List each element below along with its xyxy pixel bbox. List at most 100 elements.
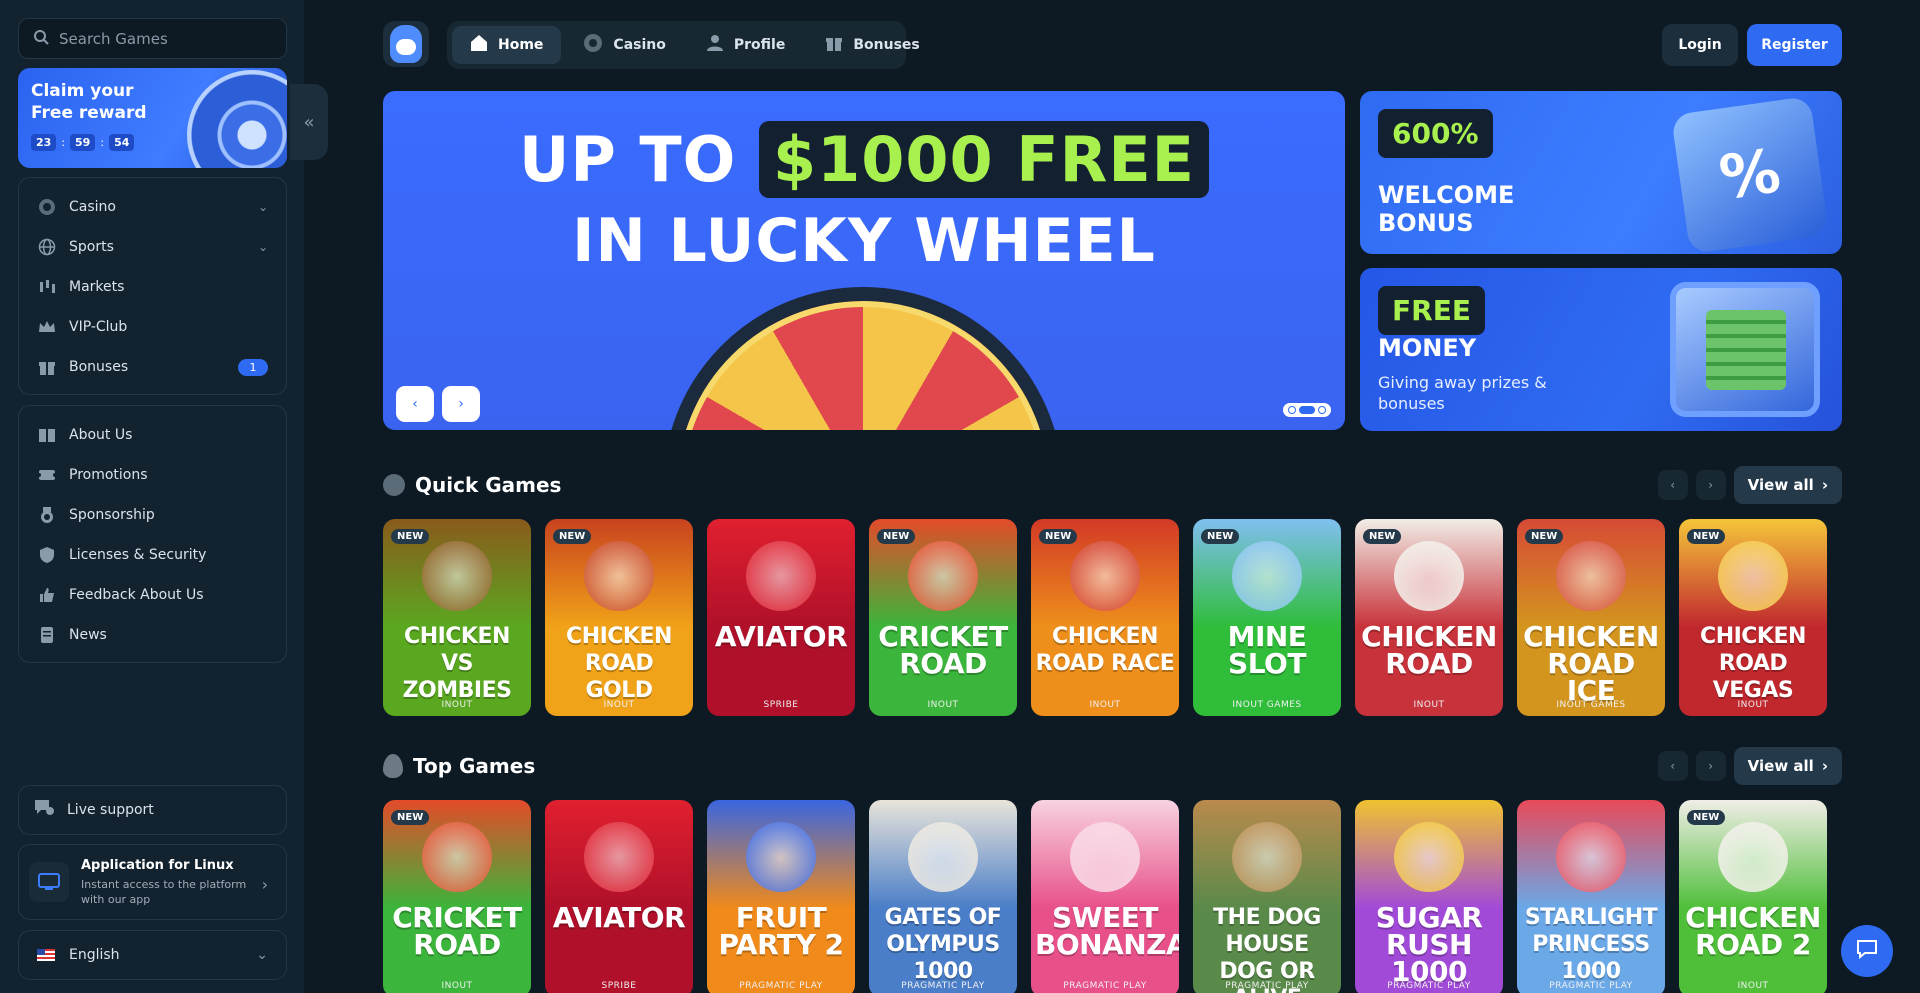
crown-icon [37, 317, 57, 337]
pagination-dot-active[interactable] [1299, 406, 1315, 414]
linux-app-card[interactable]: Application for Linux Instant access to … [18, 844, 287, 920]
view-all-label: View all [1747, 476, 1814, 494]
search-input[interactable] [59, 29, 269, 48]
new-badge: NEW [1363, 529, 1402, 544]
promo-title: MONEY [1378, 334, 1477, 362]
game-card[interactable]: NEW CRICKET ROAD INOUT [869, 519, 1017, 716]
game-card[interactable]: GATES OF OLYMPUS 1000 PRAGMATIC PLAY [869, 800, 1017, 993]
game-card[interactable]: THE DOG HOUSE DOG OR ALIVEPRAGMATIC PLAY [1193, 800, 1341, 993]
chevron-right-icon: › [458, 396, 464, 412]
register-button[interactable]: Register [1747, 24, 1842, 66]
top-view-all-button[interactable]: View all › [1733, 747, 1842, 785]
gift-icon [37, 357, 57, 377]
free-money-banner[interactable]: FREE MONEY Giving away prizes & bonuses [1360, 268, 1842, 431]
free-reward-card[interactable]: Claim your Free reward 23: 59: 54 [18, 68, 287, 168]
chat-support-button[interactable] [1841, 925, 1893, 977]
top-nav: Home Casino Profile Bonuses [447, 21, 920, 69]
document-icon [37, 625, 57, 645]
site-logo[interactable] [383, 21, 429, 67]
hero-prev-button[interactable]: ‹ [396, 386, 434, 422]
casino-chip-icon [37, 197, 57, 217]
sidebar-item-vip-club[interactable]: VIP-Club [19, 307, 286, 347]
quick-next-button[interactable]: › [1695, 470, 1726, 500]
promo-pill: FREE [1378, 286, 1485, 335]
chevron-right-icon: › [261, 875, 268, 894]
quick-prev-button[interactable]: ‹ [1657, 470, 1688, 500]
game-title: AVIATOR [552, 901, 686, 934]
candlestick-icon [37, 277, 57, 297]
game-provider: SPRIBE [601, 981, 637, 991]
game-card[interactable]: NEW CHICKEN ROAD RACE INOUT [1031, 519, 1179, 716]
pagination-dot[interactable] [1288, 406, 1296, 414]
tab-bonuses[interactable]: Bonuses [807, 26, 937, 64]
money-safe-icon [1670, 282, 1820, 417]
game-card[interactable]: NEW CHICKEN ROAD INOUT [1355, 519, 1503, 716]
login-button[interactable]: Login [1662, 24, 1738, 66]
top-next-button[interactable]: › [1695, 751, 1726, 781]
sidebar-item-bonuses[interactable]: Bonuses 1 [19, 347, 286, 387]
game-card[interactable]: NEW CHICKEN VS ZOMBIES INOUT [383, 519, 531, 716]
sidebar-item-news[interactable]: News [19, 615, 286, 655]
sidebar-item-feedback[interactable]: Feedback About Us [19, 575, 286, 615]
chevron-down-icon: ⌄ [256, 947, 268, 963]
live-support-button[interactable]: Live support [18, 785, 287, 835]
tab-profile[interactable]: Profile [688, 26, 803, 64]
hero-next-button[interactable]: › [442, 386, 480, 422]
quick-games-header: Quick Games ‹ › View all › [383, 465, 1842, 505]
game-card[interactable]: NEW CHICKEN ROAD 2 INOUT [1679, 800, 1827, 993]
collapse-sidebar-button[interactable]: « [290, 84, 328, 160]
sidebar-item-licenses-security[interactable]: Licenses & Security [19, 535, 286, 575]
game-card[interactable]: NEW MINE SLOT INOUT GAMES [1193, 519, 1341, 716]
game-card[interactable]: STARLIGHT PRINCESS 1000 PRAGMATIC PLAY [1517, 800, 1665, 993]
tab-home[interactable]: Home [452, 26, 562, 64]
chevron-right-icon: › [1821, 757, 1828, 775]
percent-gift-box-icon: % [1670, 95, 1830, 254]
hero-subline: IN LUCKY WHEEL [572, 206, 1156, 276]
sidebar-item-sports[interactable]: Sports ⌄ [19, 227, 286, 267]
game-card[interactable]: NEW CRICKET ROAD INOUT [383, 800, 531, 993]
language-selector[interactable]: English ⌄ [18, 930, 287, 980]
game-provider: INOUT GAMES [1556, 700, 1626, 710]
game-title: STARLIGHT PRINCESS 1000 [1524, 905, 1658, 984]
chevron-down-icon[interactable]: ⌄ [258, 200, 268, 214]
game-art [1070, 541, 1140, 611]
game-card[interactable]: NEW CHICKEN ROAD GOLD INOUT [545, 519, 693, 716]
new-badge: NEW [1201, 529, 1240, 544]
live-support-label: Live support [67, 802, 154, 818]
sidebar-item-promotions[interactable]: Promotions [19, 455, 286, 495]
game-provider: INOUT [441, 700, 473, 710]
tab-casino[interactable]: Casino [565, 26, 683, 64]
game-title: CRICKET ROAD [392, 901, 522, 961]
game-art [1718, 541, 1788, 611]
sidebar-item-markets[interactable]: Markets [19, 267, 286, 307]
hero-banner[interactable]: UP TO $1000 FREE IN LUCKY WHEEL ‹ › [383, 91, 1345, 430]
bonuses-count-badge: 1 [238, 358, 268, 376]
search-bar[interactable] [18, 18, 287, 59]
timer-minutes: 59 [70, 134, 96, 151]
sidebar-item-casino[interactable]: Casino ⌄ [19, 187, 286, 227]
pagination-dot[interactable] [1318, 406, 1326, 414]
game-card[interactable]: SWEET BONANZA PRAGMATIC PLAY [1031, 800, 1179, 993]
game-card[interactable]: FRUIT PARTY 2 PRAGMATIC PLAY [707, 800, 855, 993]
double-chevron-left-icon: « [303, 111, 315, 133]
home-icon [470, 34, 488, 56]
sidebar-item-label: Bonuses [69, 359, 129, 375]
game-card[interactable]: SUGAR RUSH 1000 PRAGMATIC PLAY [1355, 800, 1503, 993]
game-card[interactable]: AVIATOR SPRIBE [545, 800, 693, 993]
hero-pagination[interactable] [1283, 403, 1331, 417]
sidebar-item-about-us[interactable]: About Us [19, 415, 286, 455]
welcome-bonus-banner[interactable]: 600% WELCOME BONUS % [1360, 91, 1842, 254]
thumbs-up-icon [37, 585, 57, 605]
sidebar-item-sponsorship[interactable]: Sponsorship [19, 495, 286, 535]
globe-icon [37, 237, 57, 257]
quick-games-row: NEW CHICKEN VS ZOMBIES INOUT NEW CHICKEN ROA… [383, 519, 1842, 719]
quick-view-all-button[interactable]: View all › [1733, 466, 1842, 504]
sidebar: Claim your Free reward 23: 59: 54 Casino… [0, 0, 304, 993]
hero-headline: UP TO $1000 FREE [383, 121, 1345, 198]
chevron-down-icon[interactable]: ⌄ [258, 240, 268, 254]
game-card[interactable]: NEW CHICKEN ROAD VEGAS INOUT [1679, 519, 1827, 716]
game-card[interactable]: AVIATOR SPRIBE [707, 519, 855, 716]
game-card[interactable]: NEW CHICKEN ROAD ICE INOUT GAMES [1517, 519, 1665, 716]
game-art [908, 822, 978, 892]
top-prev-button[interactable]: ‹ [1657, 751, 1688, 781]
